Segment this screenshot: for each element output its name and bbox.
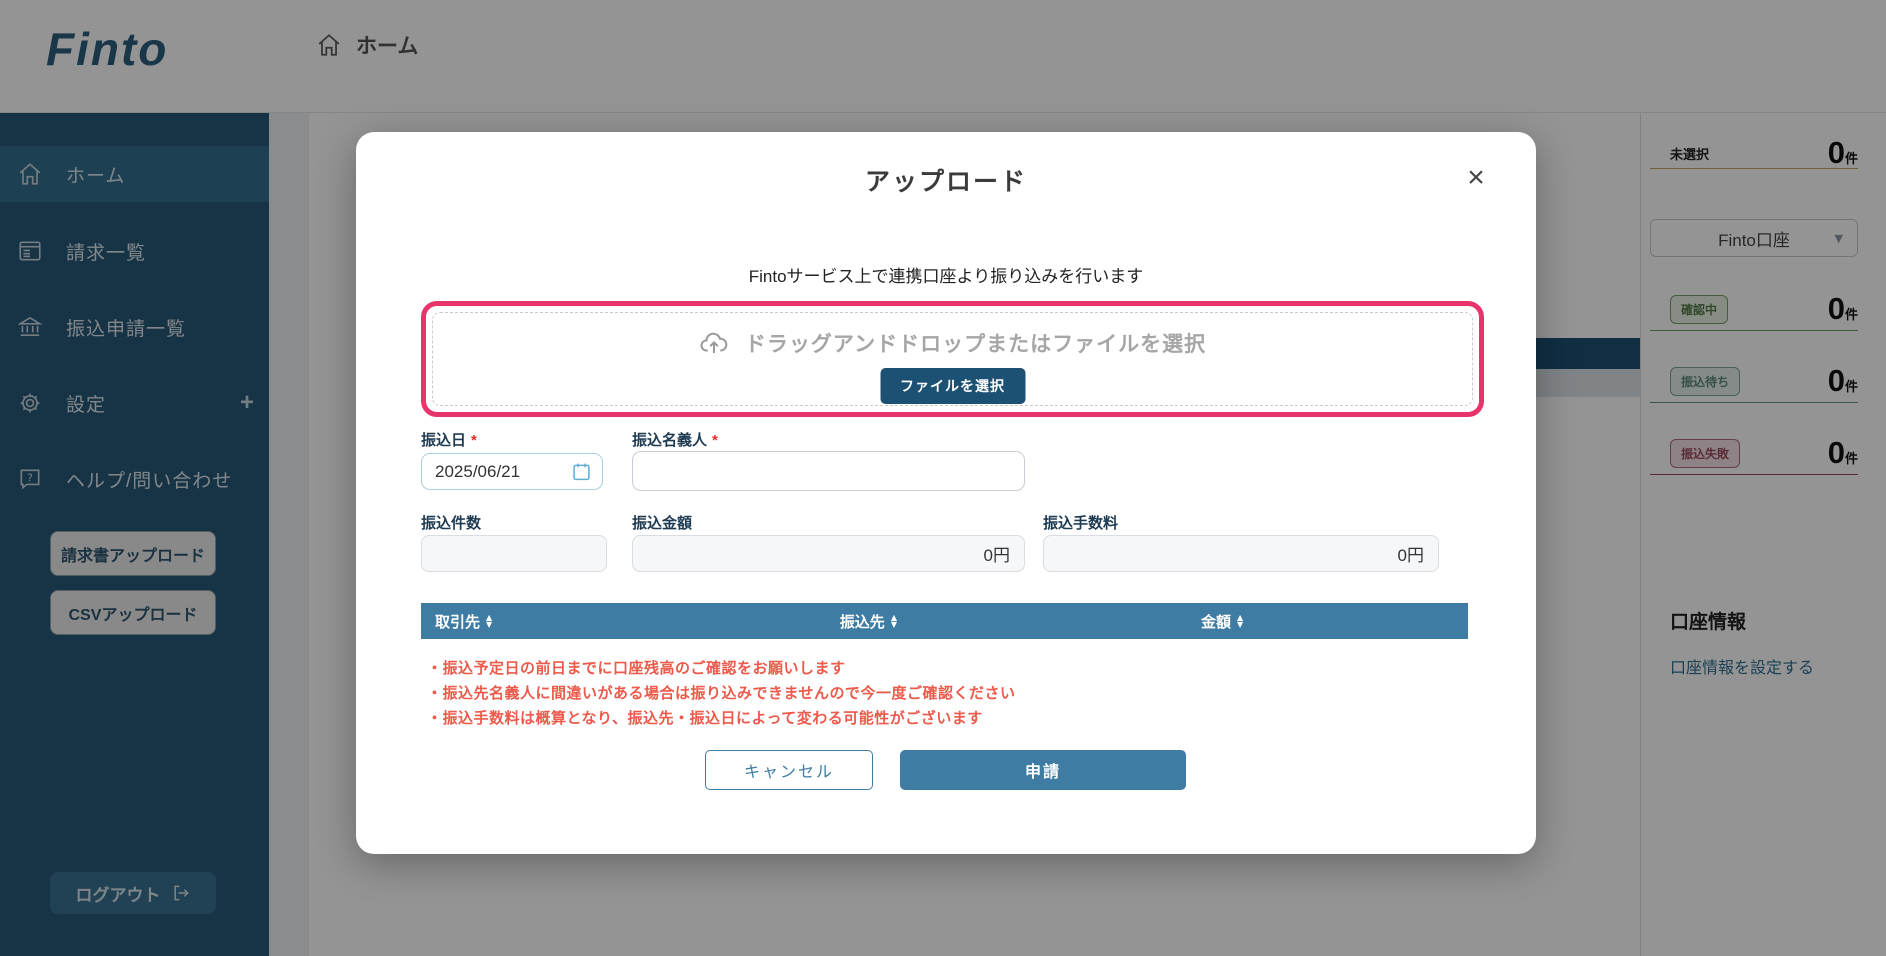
transfer-count-field (421, 535, 607, 572)
sort-icon[interactable]: ▲▼ (1237, 614, 1243, 628)
column-header-payee[interactable]: 振込先 ▲▼ (840, 603, 897, 639)
payer-name-input[interactable] (632, 451, 1025, 491)
dropzone-text: ドラッグアンドドロップまたはファイルを選択 (745, 328, 1206, 358)
modal-table-header: 取引先 ▲▼ 振込先 ▲▼ 金額 ▲▼ (421, 603, 1468, 639)
transfer-fee-label: 振込手数料 (1043, 512, 1118, 533)
close-icon[interactable]: × (1458, 160, 1494, 196)
required-asterisk: * (471, 432, 477, 449)
payer-name-label: 振込名義人* (632, 429, 718, 450)
sort-icon[interactable]: ▲▼ (891, 614, 897, 628)
transfer-date-value: 2025/06/21 (435, 462, 520, 482)
transfer-amount-label: 振込金額 (632, 512, 692, 533)
warning-line: ・振込予定日の前日までに口座残高のご確認をお願いします (427, 656, 1016, 681)
transfer-date-input[interactable]: 2025/06/21 (421, 453, 603, 490)
select-file-button[interactable]: ファイルを選択 (880, 368, 1025, 404)
transfer-fee-field: 0円 (1043, 535, 1439, 572)
cloud-upload-icon (699, 328, 729, 358)
file-dropzone[interactable]: ドラッグアンドドロップまたはファイルを選択 ファイルを選択 (421, 301, 1484, 417)
warning-notes: ・振込予定日の前日までに口座残高のご確認をお願いします ・振込先名義人に間違いが… (427, 656, 1016, 731)
calendar-icon[interactable] (571, 461, 592, 482)
warning-line: ・振込手数料は概算となり、振込先・振込日によって変わる可能性がございます (427, 706, 1016, 731)
transfer-count-label: 振込件数 (421, 512, 481, 533)
transfer-amount-field: 0円 (632, 535, 1025, 572)
transfer-date-label: 振込日* (421, 429, 477, 450)
sort-icon[interactable]: ▲▼ (486, 614, 492, 628)
modal-subtitle: Fintoサービス上で連携口座より振り込みを行います (356, 262, 1536, 287)
modal-title: アップロード (356, 162, 1536, 198)
submit-button[interactable]: 申請 (900, 750, 1186, 790)
warning-line: ・振込先名義人に間違いがある場合は振り込みできませんので今一度ご確認ください (427, 681, 1016, 706)
column-header-partner[interactable]: 取引先 ▲▼ (435, 603, 492, 639)
cancel-button[interactable]: キャンセル (705, 750, 873, 790)
dropzone-prompt: ドラッグアンドドロップまたはファイルを選択 (426, 328, 1479, 358)
upload-modal: アップロード × Fintoサービス上で連携口座より振り込みを行います ドラッグ… (356, 132, 1536, 854)
column-header-amount[interactable]: 金額 ▲▼ (1201, 603, 1243, 639)
required-asterisk: * (712, 432, 718, 449)
